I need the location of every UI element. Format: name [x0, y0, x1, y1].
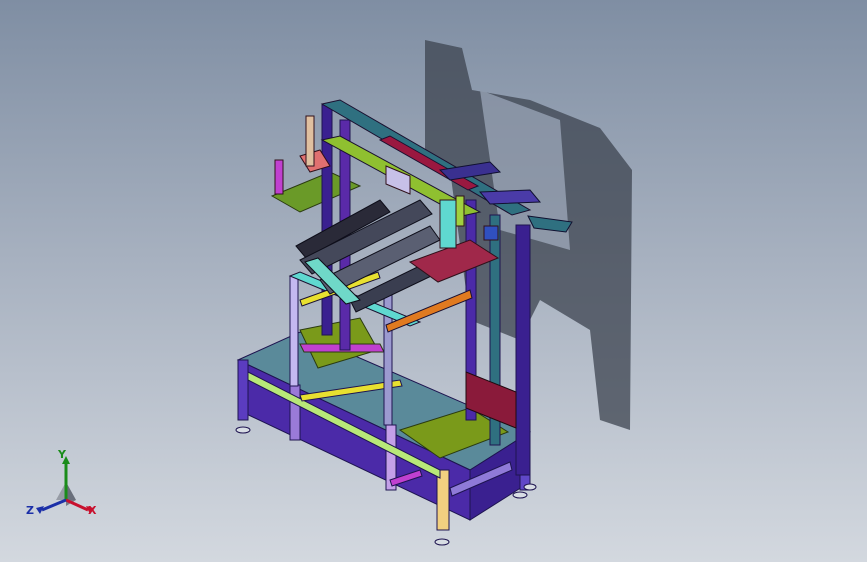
axis-label-z: Z	[26, 504, 34, 517]
cad-viewport[interactable]: Y X Z	[0, 0, 867, 562]
machine-assembly-model[interactable]	[0, 0, 867, 562]
axis-label-x: X	[88, 504, 97, 517]
coordinate-axes-triad-icon[interactable]: Y X Z	[26, 448, 106, 528]
axis-label-y: Y	[58, 448, 66, 461]
